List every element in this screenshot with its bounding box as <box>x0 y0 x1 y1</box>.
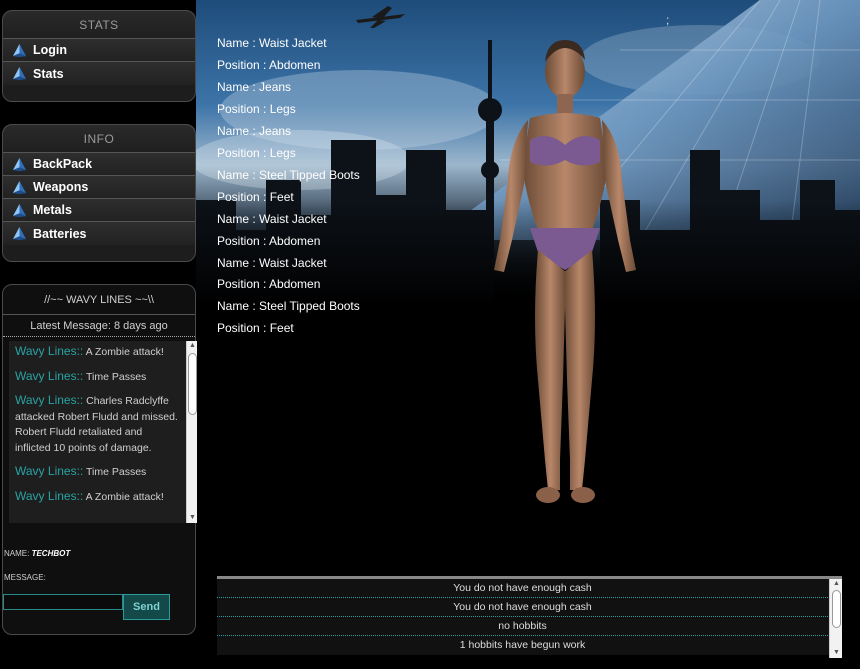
equipment-name-row: Name : Waist Jacket <box>217 36 327 50</box>
log-entry: 1 hobbits have begun work <box>217 636 828 655</box>
equipment-position: Legs <box>269 145 296 160</box>
chat-text: Time Passes <box>85 466 147 478</box>
equipment-name-row: Name : Jeans <box>217 79 292 94</box>
scroll-thumb[interactable] <box>188 353 197 415</box>
equipment-position-row: Position : Feet <box>217 189 294 204</box>
scroll-up-arrow-icon[interactable]: ▲ <box>830 579 843 589</box>
message-label: MESSAGE: <box>4 573 46 582</box>
pyramid-icon <box>12 203 27 217</box>
equipment-name-row: Name : Waist Jacket <box>217 211 327 226</box>
menu-item-metals[interactable]: Metals <box>3 199 195 222</box>
pyramid-icon <box>12 66 27 81</box>
menu-item-label: Weapons <box>33 180 89 194</box>
equipment-position-row: Position : Abdomen <box>217 277 321 292</box>
menu-item-label: Metals <box>33 203 72 217</box>
pyramid-icon <box>12 226 27 241</box>
equipment-name: Steel Tipped Boots <box>259 167 360 182</box>
menu-item-weapons[interactable]: Weapons <box>3 176 195 199</box>
chat-message-list[interactable]: Wavy Lines:: A Zombie attack! Wavy Lines… <box>9 341 197 523</box>
equipment-position: Abdomen <box>269 57 321 72</box>
chat-sender: Wavy Lines:: <box>15 464 84 478</box>
equipment-name: Waist Jacket <box>259 36 327 50</box>
chat-panel: //~~ WAVY LINES ~~\\ Latest Message: 8 d… <box>2 284 197 635</box>
equipment-name: Jeans <box>259 79 292 94</box>
pyramid-icon <box>12 180 27 194</box>
equipment-name: Steel Tipped Boots <box>259 299 360 314</box>
log-entry: You do not have enough cash <box>217 598 828 617</box>
equipment-name: Jeans <box>259 123 292 138</box>
message-input[interactable] <box>3 594 123 610</box>
chat-sender: Wavy Lines:: <box>15 344 84 358</box>
chat-title: //~~ WAVY LINES ~~\\ <box>3 285 195 315</box>
chat-sender: Wavy Lines:: <box>15 488 84 503</box>
equipment-position-row: Position : Legs <box>217 145 296 160</box>
equipment-position: Abdomen <box>269 233 321 248</box>
chat-sender: Wavy Lines:: <box>15 368 84 383</box>
equipment-name: Waist Jacket <box>259 211 327 226</box>
chat-text: Time Passes <box>85 370 147 383</box>
equipment-position-row: Position : Feet <box>217 321 294 336</box>
equipment-name-row: Name : Waist Jacket <box>217 255 327 270</box>
name-label: NAME: <box>4 549 30 558</box>
menu-item-batteries[interactable]: Batteries <box>3 222 195 245</box>
stats-panel: STATS Login Stats <box>2 10 196 102</box>
chat-sender: Wavy Lines:: <box>15 393 84 407</box>
chat-name-row: NAME: TECHBOT <box>4 549 70 558</box>
menu-item-login[interactable]: Login <box>3 39 195 62</box>
menu-item-label: Batteries <box>33 226 87 241</box>
log-scrollbar[interactable]: ▲ ▼ <box>829 579 842 658</box>
log-entry: no hobbits <box>217 617 828 636</box>
event-log: You do not have enough cash You do not h… <box>217 576 842 658</box>
scroll-down-arrow-icon[interactable]: ▼ <box>830 648 843 658</box>
log-entry: You do not have enough cash <box>217 579 828 598</box>
equipment-position: Feet <box>269 321 294 336</box>
equipment-position-row: Position : Abdomen <box>217 233 321 248</box>
chat-message: Wavy Lines:: Time Passes <box>15 369 179 386</box>
equipment-position: Abdomen <box>269 277 321 292</box>
equipment-position: Legs <box>269 101 296 116</box>
chat-scrollbar[interactable]: ▲ ▼ <box>186 341 197 523</box>
menu-item-stats[interactable]: Stats <box>3 62 195 85</box>
pyramid-icon <box>12 157 27 171</box>
chat-message: Wavy Lines:: A Zombie attack! <box>15 344 179 361</box>
chat-text: A Zombie attack! <box>85 490 164 503</box>
header-mark: ; <box>666 13 670 27</box>
equipment-name-row: Name : Steel Tipped Boots <box>217 167 360 182</box>
scroll-down-arrow-icon[interactable]: ▼ <box>187 513 197 523</box>
chat-text: A Zombie attack! <box>85 346 164 358</box>
menu-item-label: BackPack <box>33 157 93 171</box>
chat-message: Wavy Lines:: Time Passes <box>15 464 179 481</box>
info-panel-title: INFO <box>3 125 195 153</box>
menu-item-backpack[interactable]: BackPack <box>3 153 195 176</box>
menu-item-label: Stats <box>33 66 64 81</box>
equipment-name-row: Name : Jeans <box>217 123 292 138</box>
chat-message: Wavy Lines:: A Zombie attack! <box>15 489 179 506</box>
scroll-up-arrow-icon[interactable]: ▲ <box>187 341 197 351</box>
equipment-position-row: Position : Legs <box>217 101 296 116</box>
chat-message: Wavy Lines:: Charles Radclyffe attacked … <box>15 393 179 456</box>
send-button[interactable]: Send <box>123 594 170 620</box>
equipment-position-row: Position : Abdomen <box>217 57 321 72</box>
pyramid-icon <box>12 43 27 57</box>
stats-panel-title: STATS <box>3 11 195 39</box>
equipment-name: Waist Jacket <box>259 255 327 270</box>
scroll-thumb[interactable] <box>832 590 841 628</box>
equipment-name-row: Name : Steel Tipped Boots <box>217 299 360 314</box>
equipment-position: Feet <box>269 189 294 204</box>
menu-item-label: Login <box>33 43 68 57</box>
info-panel: INFO BackPack Weapons Metals Batteries <box>2 124 196 262</box>
latest-message-status: Latest Message: 8 days ago <box>3 315 195 337</box>
equipment-list: Name : Waist Jacket Position : Abdomen N… <box>217 33 360 340</box>
name-value: TECHBOT <box>31 549 71 558</box>
